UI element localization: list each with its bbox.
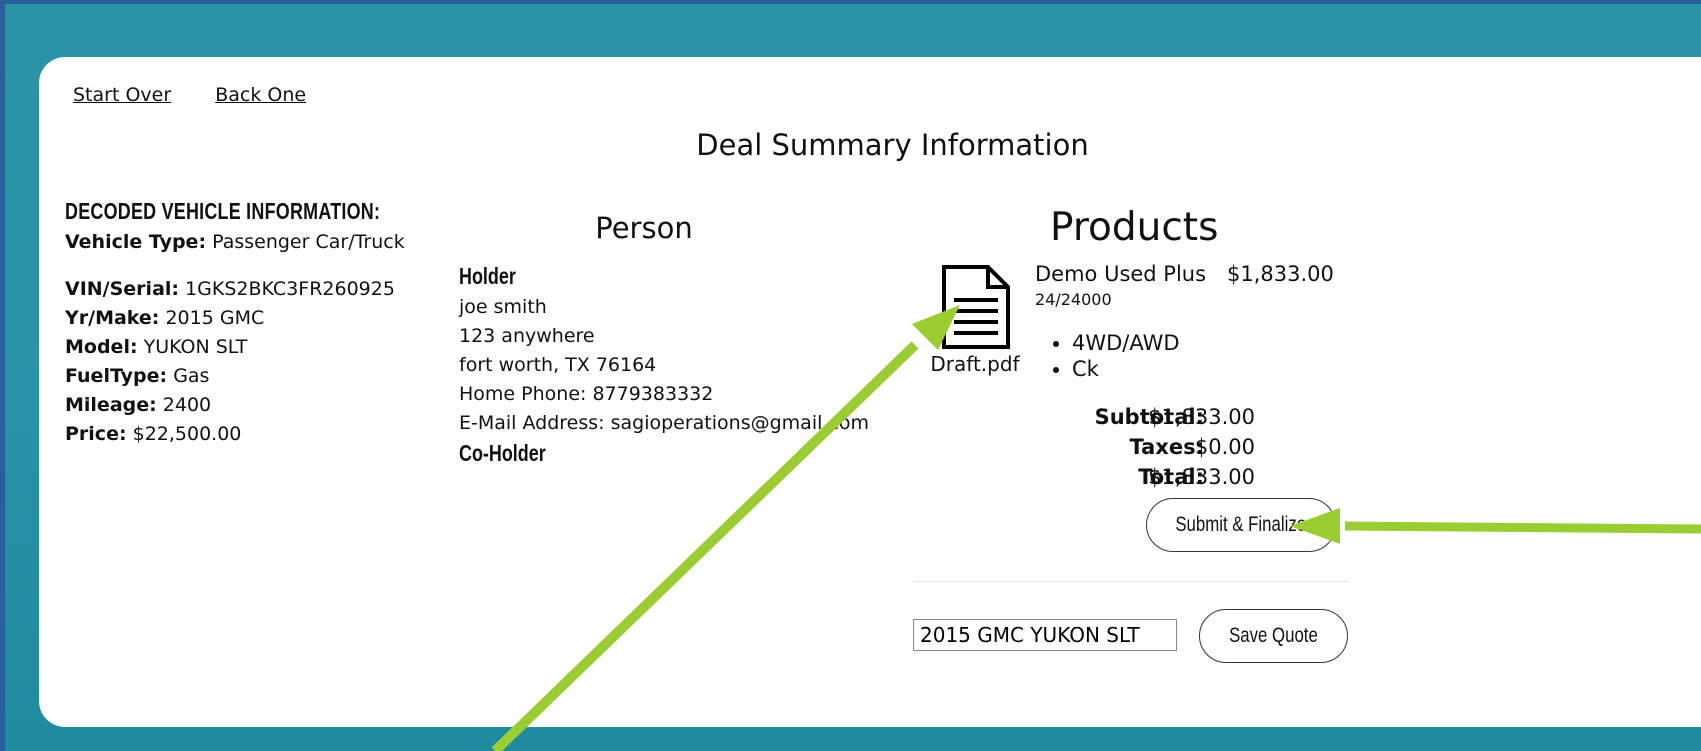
annotation-arrows: [491, 305, 1701, 751]
arrow-to-submit: [1344, 521, 1701, 534]
arrow-head-draft: [912, 305, 960, 350]
arrow-head-submit: [1290, 508, 1340, 544]
arrow-to-draft: [491, 341, 919, 751]
